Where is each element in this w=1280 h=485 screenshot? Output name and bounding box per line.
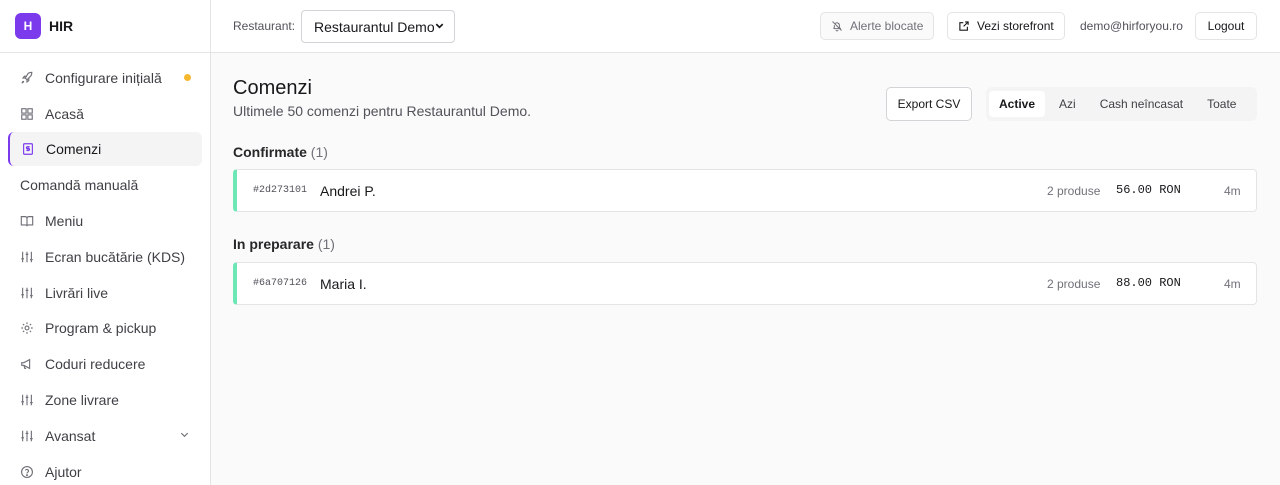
order-customer: Andrei P. — [320, 183, 376, 199]
blocked-alerts-label: Alerte blocate — [850, 19, 924, 33]
order-row[interactable]: #6a707126 Maria I. 2 produse 88.00 RON 4… — [233, 262, 1257, 305]
gear-icon — [20, 321, 34, 335]
order-id: #2d273101 — [253, 185, 308, 196]
section-title-preparing: In preparare (1) — [233, 236, 335, 252]
book-icon — [20, 214, 34, 228]
chevron-down-icon[interactable] — [179, 429, 190, 443]
sidebar-item-label: Comandă manuală — [20, 177, 139, 194]
sidebar-item-label: Configurare inițială — [45, 69, 162, 86]
order-item-count: 2 produse — [1047, 184, 1101, 198]
tab-active[interactable]: Active — [989, 91, 1046, 117]
setup-pending-dot — [184, 74, 191, 82]
sidebar-item-discount-codes[interactable]: Coduri reducere — [8, 347, 202, 381]
sliders-icon — [20, 429, 34, 443]
sidebar-item-label: Livrări live — [45, 284, 109, 301]
tab-today[interactable]: Azi — [1049, 91, 1086, 117]
grid-icon — [20, 107, 34, 121]
sliders-icon — [20, 393, 34, 407]
external-link-icon — [959, 21, 969, 31]
export-csv-button[interactable]: Export CSV — [886, 87, 972, 121]
sidebar-item-label: Coduri reducere — [45, 356, 146, 373]
page-title: Comenzi — [233, 77, 312, 99]
sidebar-item-menu[interactable]: Meniu — [8, 204, 202, 238]
topbar: Restaurant: Restaurantul Demo Alerte blo… — [211, 0, 1280, 53]
view-storefront-button[interactable]: Vezi storefront — [947, 12, 1065, 40]
sidebar-item-label: Ecran bucătărie (KDS) — [45, 248, 186, 265]
order-row[interactable]: #2d273101 Andrei P. 2 produse 56.00 RON … — [233, 169, 1257, 212]
receipt-icon — [21, 142, 35, 156]
help-icon — [20, 465, 34, 479]
sliders-icon — [20, 286, 34, 300]
sidebar-item-manual-order[interactable]: Comandă manuală — [8, 168, 202, 202]
section-count: (1) — [317, 236, 335, 252]
sidebar-item-schedule[interactable]: Program & pickup — [8, 311, 202, 345]
sidebar: H HIR Configurare inițială Acasă Comenzi… — [0, 0, 211, 485]
sidebar-item-label: Meniu — [45, 212, 84, 229]
tab-all[interactable]: Toate — [1197, 91, 1246, 117]
restaurant-label: Restaurant: — [233, 19, 296, 33]
restaurant-select[interactable]: Restaurantul Demo — [301, 10, 455, 43]
sidebar-item-setup[interactable]: Configurare inițială — [8, 61, 202, 95]
brand-name: HIR — [49, 18, 74, 34]
sidebar-item-label: Zone livrare — [45, 391, 119, 408]
sidebar-item-home[interactable]: Acasă — [8, 97, 202, 131]
order-total: 88.00 RON — [1116, 276, 1181, 290]
sidebar-item-label: Ajutor — [45, 463, 82, 480]
order-customer: Maria I. — [320, 276, 367, 292]
sidebar-item-kds[interactable]: Ecran bucătărie (KDS) — [8, 240, 202, 274]
page-subtitle: Ultimele 50 comenzi pentru Restaurantul … — [233, 103, 532, 119]
section-name: In preparare — [233, 236, 314, 252]
order-id: #6a707126 — [253, 278, 308, 289]
sidebar-item-label: Program & pickup — [45, 320, 157, 337]
user-email: demo@hirforyou.ro — [1080, 19, 1183, 33]
sidebar-item-label: Avansat — [45, 427, 96, 444]
sidebar-item-label: Comenzi — [46, 141, 102, 158]
sidebar-item-label: Acasă — [45, 105, 84, 122]
bell-off-icon — [832, 21, 842, 32]
sliders-icon — [20, 250, 34, 264]
sidebar-item-help[interactable]: Ajutor — [8, 455, 202, 485]
order-filter-tabs: Active Azi Cash neîncasat Toate — [986, 87, 1257, 121]
sidebar-nav: Configurare inițială Acasă Comenzi Coman… — [0, 53, 210, 485]
order-age: 4m — [1224, 184, 1241, 198]
sidebar-item-delivery-zones[interactable]: Zone livrare — [8, 383, 202, 417]
rocket-icon — [20, 71, 34, 85]
megaphone-icon — [20, 357, 34, 371]
sidebar-item-live-deliveries[interactable]: Livrări live — [8, 276, 202, 310]
view-storefront-label: Vezi storefront — [977, 19, 1054, 33]
sidebar-item-orders[interactable]: Comenzi — [8, 132, 202, 167]
logout-button[interactable]: Logout — [1195, 12, 1257, 40]
section-name: Confirmate — [233, 144, 307, 160]
blocked-alerts-button[interactable]: Alerte blocate — [820, 12, 935, 40]
order-item-count: 2 produse — [1047, 277, 1101, 291]
tab-unpaid-cash[interactable]: Cash neîncasat — [1090, 91, 1193, 117]
section-count: (1) — [310, 144, 328, 160]
order-total: 56.00 RON — [1116, 183, 1181, 197]
brand[interactable]: H HIR — [0, 0, 210, 53]
section-title-confirmed: Confirmate (1) — [233, 144, 328, 160]
sidebar-item-advanced[interactable]: Avansat — [8, 419, 202, 453]
chevron-down-icon — [434, 20, 445, 34]
restaurant-select-value: Restaurantul Demo — [314, 18, 435, 35]
order-age: 4m — [1224, 277, 1241, 291]
brand-logo: H — [15, 13, 41, 39]
